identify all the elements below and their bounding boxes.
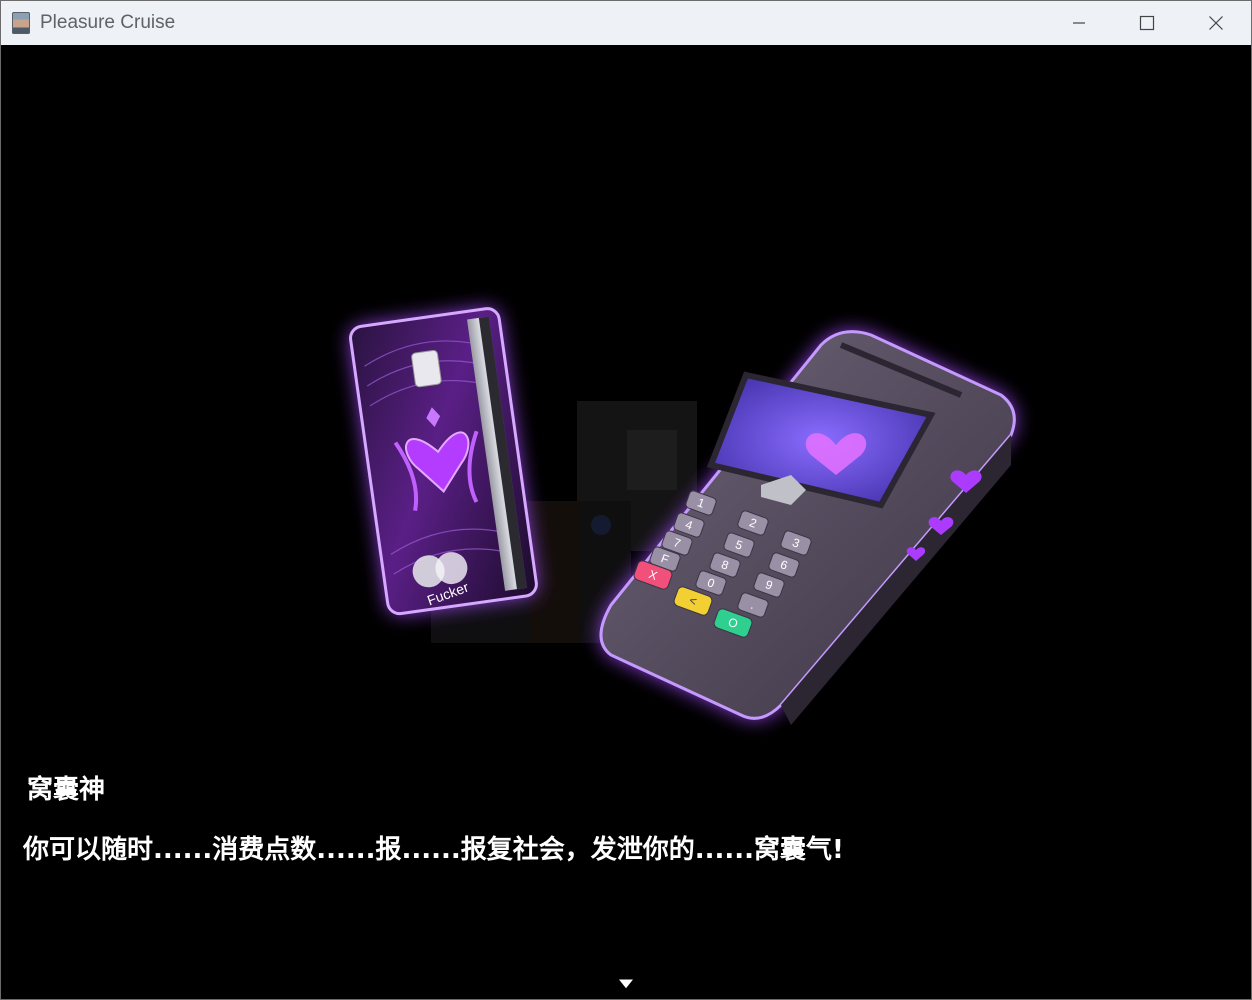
speaker-name: 窝囊神 [27,775,106,805]
maximize-icon [1139,15,1155,31]
dialogue-text: 你可以随时......消费点数......报......报复社会，发泄你的...… [23,835,844,865]
minimize-icon [1073,22,1085,24]
close-icon [1209,16,1223,30]
maximize-button[interactable] [1113,1,1181,45]
app-portrait-icon [12,12,30,34]
game-window: Pleasure Cruise Fucker 1 2 3 4 5 6 7 8 9… [0,0,1252,1000]
close-button[interactable] [1182,1,1250,45]
window-title: Pleasure Cruise [40,12,176,33]
title-bar[interactable]: Pleasure Cruise [1,1,1251,45]
down-triangle-icon[interactable] [617,977,635,991]
credit-card: Fucker [349,307,538,616]
game-viewport[interactable]: Fucker 1 2 3 4 5 6 7 8 9 F 0 . X < O 窝囊神… [1,45,1251,999]
minimize-button[interactable] [1045,1,1113,45]
